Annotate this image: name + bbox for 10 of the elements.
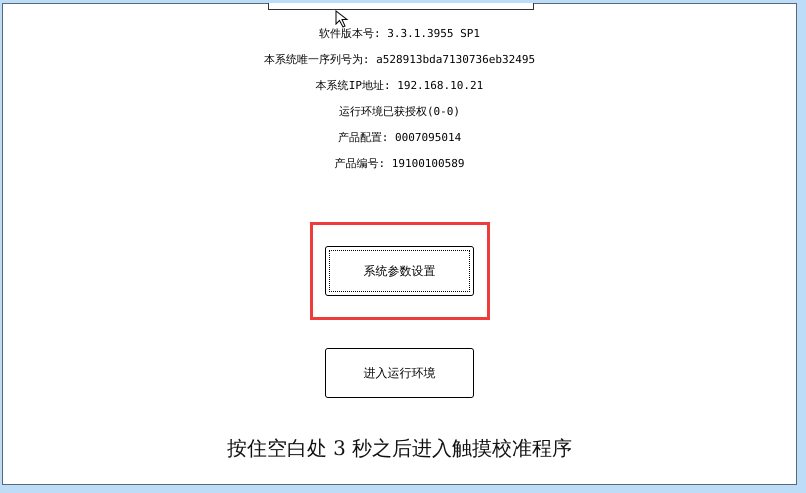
info-text: 产品配置: 0007095014 — [338, 130, 462, 146]
info-text: 软件版本号: 3.3.1.3955 SP1 — [319, 26, 480, 42]
info-text: 运行环境已获授权(0-0) — [338, 104, 460, 120]
hint-text: 按住空白处 3 秒之后进入触摸校准程序 — [226, 435, 572, 462]
menu-button[interactable]: 进入运行环境 — [325, 348, 474, 398]
info-text: 产品编号: 19100100589 — [334, 156, 465, 172]
mouse-cursor-icon — [335, 10, 350, 28]
info-text: 本系统唯一序列号为: a528913bda7130736eb32495 — [264, 52, 536, 68]
info-text: 本系统IP地址: 192.168.10.21 — [316, 78, 484, 94]
menu-button[interactable]: 系统参数设置 — [325, 246, 474, 296]
